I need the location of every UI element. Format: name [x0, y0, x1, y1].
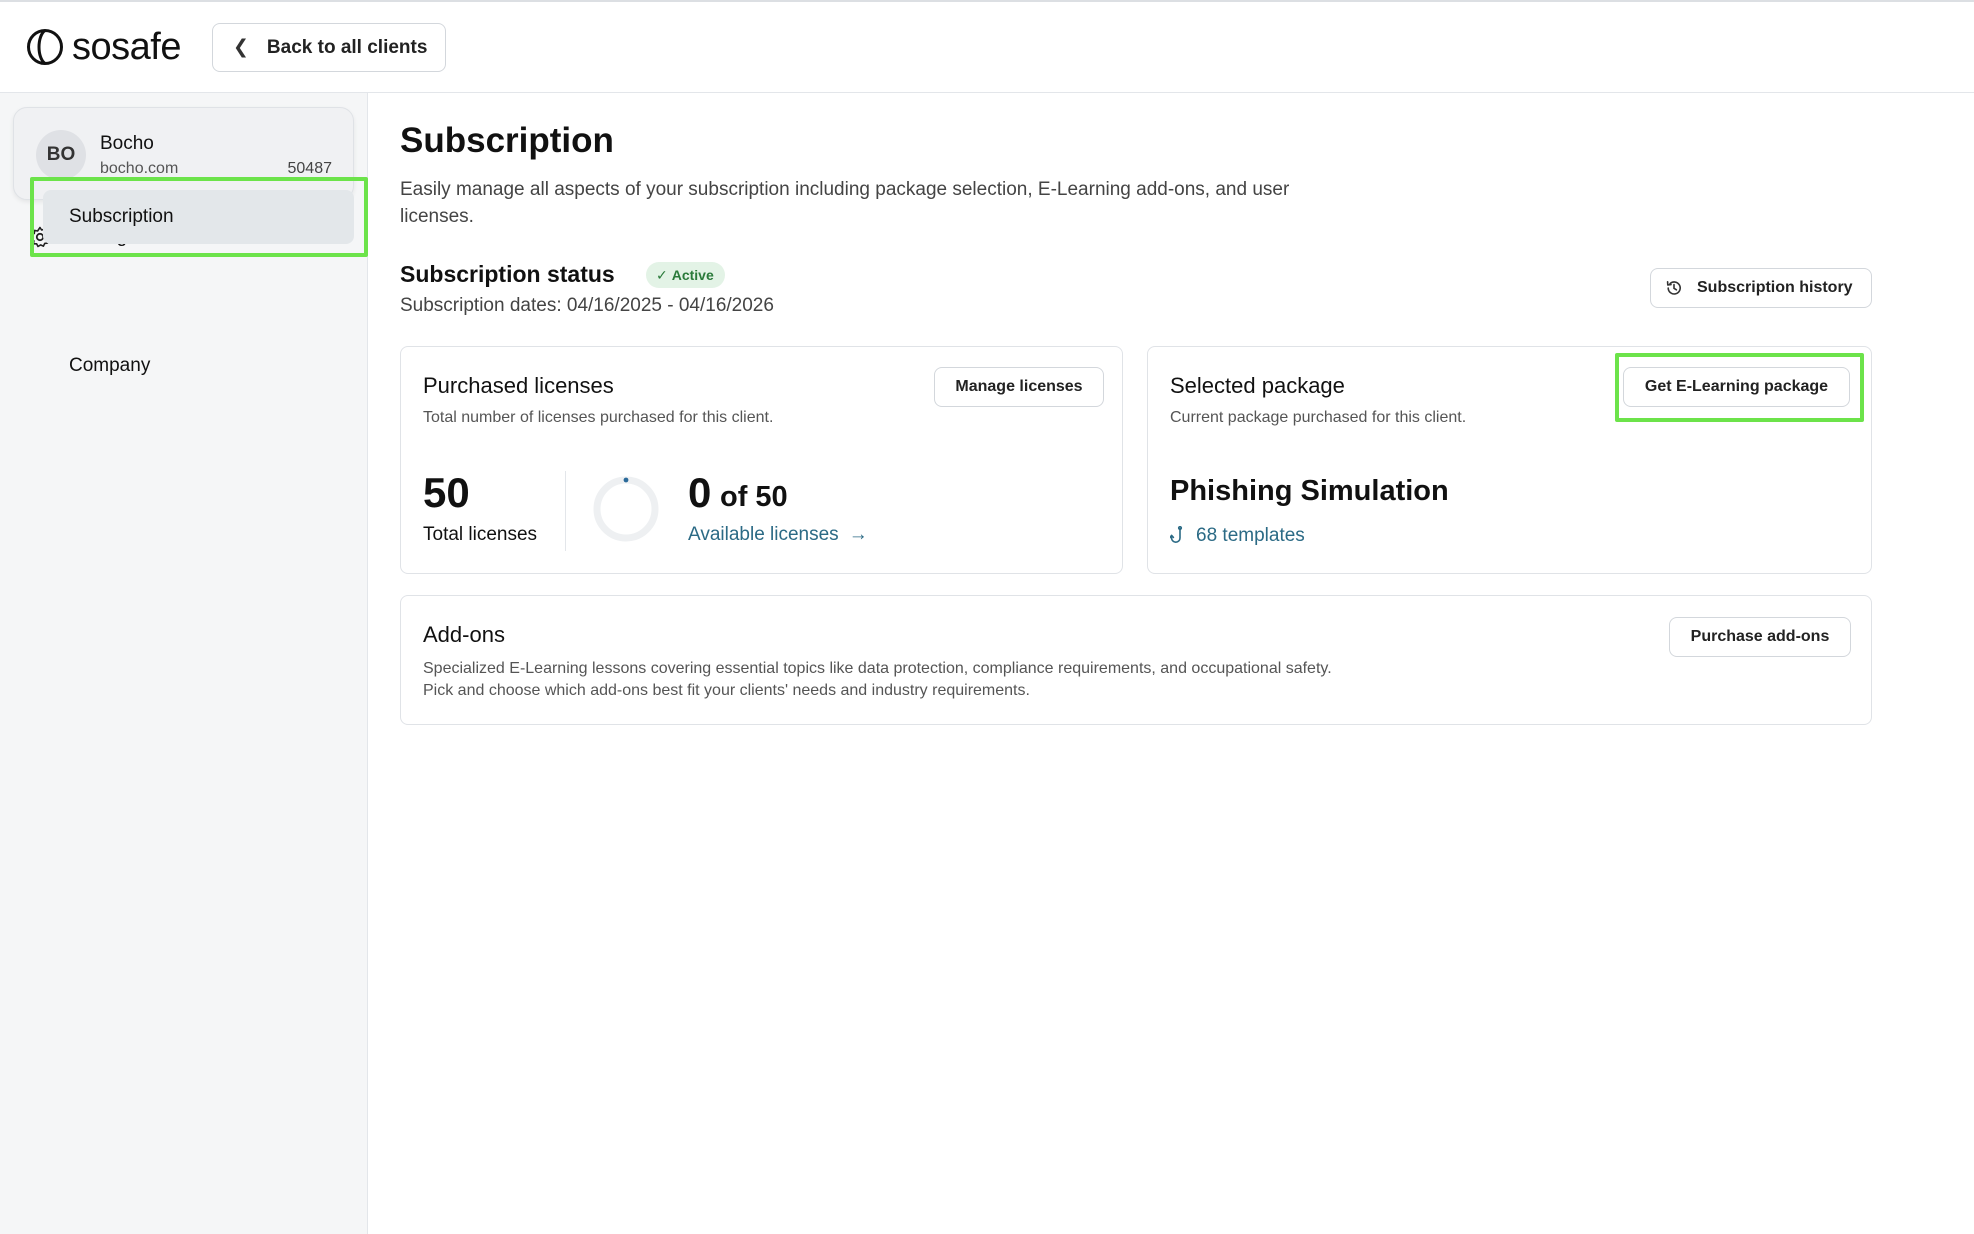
- package-subtitle: Current package purchased for this clien…: [1170, 409, 1467, 426]
- logo[interactable]: sosafe: [26, 26, 181, 68]
- addons-description-line-2: Pick and choose which add-ons best fit y…: [423, 682, 1030, 699]
- subscription-history-label: Subscription history: [1697, 279, 1853, 296]
- arrow-right-icon: →: [848, 524, 868, 545]
- licenses-donut-chart: [593, 476, 659, 542]
- sosafe-logo-icon: [27, 29, 63, 65]
- package-name: Phishing Simulation: [1170, 475, 1449, 507]
- subscription-dates: Subscription dates: 04/16/2025 - 04/16/2…: [400, 295, 774, 316]
- page-description: Easily manage all aspects of your subscr…: [400, 179, 1290, 227]
- available-licenses-link-label: Available licenses: [688, 524, 839, 545]
- subscription-history-button[interactable]: Subscription history: [1650, 268, 1872, 308]
- donut-start-dot: [623, 477, 629, 483]
- addons-description-line-1: Specialized E-Learning lessons covering …: [423, 660, 1332, 677]
- package-templates-link[interactable]: 68 templates: [1170, 525, 1305, 547]
- hook-icon: [1170, 526, 1183, 543]
- package-templates-label: 68 templates: [1196, 525, 1305, 546]
- app-header: sosafe ❮ Back to all clients: [0, 2, 1974, 93]
- purchase-addons-button[interactable]: Purchase add-ons: [1669, 617, 1851, 657]
- avatar: BO: [36, 130, 86, 180]
- divider: [565, 471, 566, 551]
- available-licenses-link[interactable]: Available licenses →: [688, 524, 868, 546]
- elearning-highlight-box: [1615, 353, 1864, 422]
- main-content: Subscription Easily manage all aspects o…: [369, 93, 1974, 1234]
- total-licenses-label: Total licenses: [423, 524, 538, 545]
- client-id: 50487: [287, 160, 333, 177]
- page-title: Subscription: [400, 121, 614, 160]
- purchased-licenses-card: Purchased licenses Total number of licen…: [400, 346, 1123, 574]
- addons-description: Specialized E-Learning lessons covering …: [423, 658, 1523, 702]
- available-licenses-value: 0: [688, 469, 712, 516]
- manage-licenses-button[interactable]: Manage licenses: [934, 367, 1104, 407]
- available-licenses-of: of 50: [720, 481, 788, 513]
- back-to-clients-button[interactable]: ❮ Back to all clients: [212, 23, 446, 72]
- status-badge: ✓ Active: [646, 262, 725, 288]
- total-licenses-value: 50: [423, 469, 470, 516]
- addons-card: Add-ons Specialized E-Learning lessons c…: [400, 595, 1872, 725]
- status-badge-label: Active: [671, 267, 714, 283]
- back-button-label: Back to all clients: [266, 36, 428, 58]
- subscription-status-title: Subscription status: [400, 261, 615, 287]
- sidebar-item-company[interactable]: Company: [69, 351, 150, 381]
- sidebar: BO Bocho bocho.com 50487 Settings: [0, 93, 368, 1234]
- chevron-left-icon: ❮: [233, 37, 249, 58]
- logo-text: sosafe: [72, 26, 181, 68]
- history-icon: [1666, 281, 1681, 295]
- licenses-subtitle: Total number of licenses purchased for t…: [423, 409, 774, 426]
- addons-title: Add-ons: [423, 622, 505, 647]
- client-domain: bocho.com: [100, 160, 179, 177]
- subscription-highlight-box: [30, 177, 368, 257]
- check-icon: ✓: [656, 266, 668, 283]
- package-title: Selected package: [1170, 373, 1345, 398]
- client-name: Bocho: [100, 133, 154, 154]
- licenses-title: Purchased licenses: [423, 373, 614, 398]
